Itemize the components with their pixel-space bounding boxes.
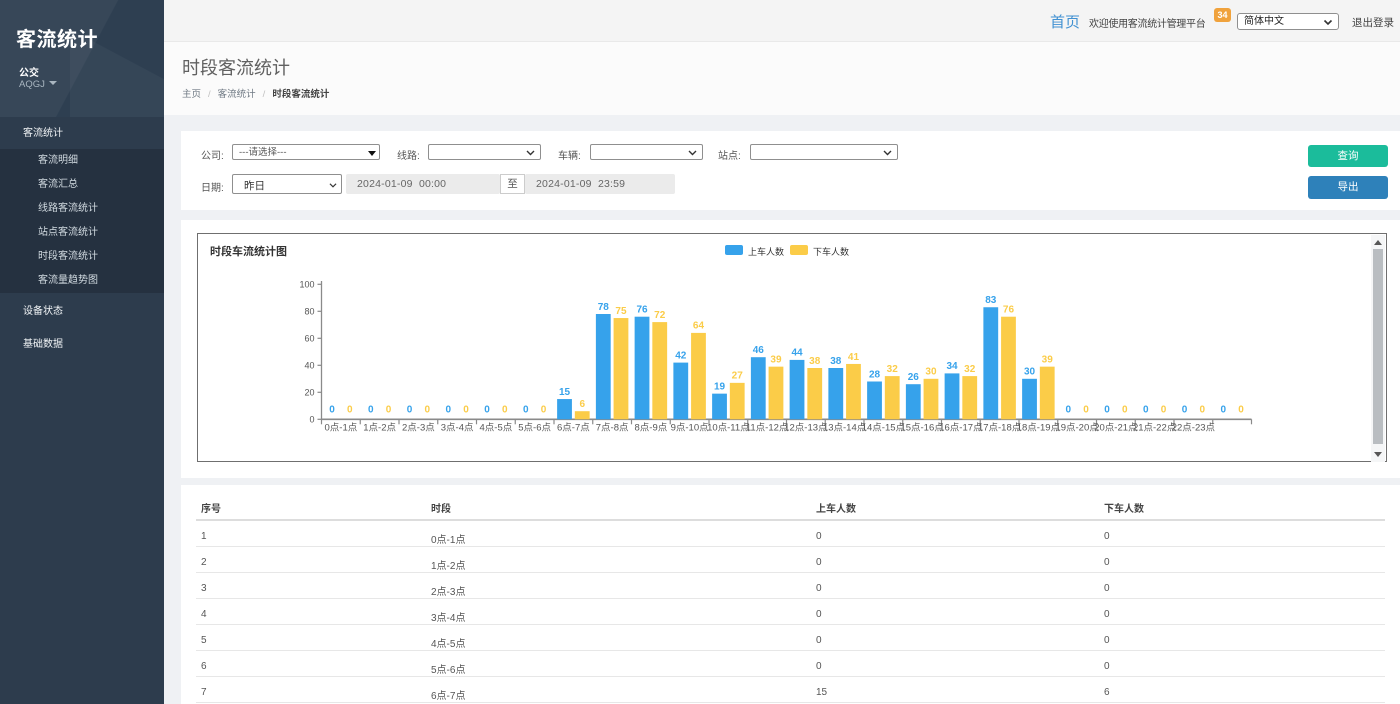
svg-text:46: 46 [753, 345, 765, 356]
svg-text:78: 78 [598, 302, 610, 313]
svg-text:8点-9点: 8点-9点 [635, 423, 668, 434]
svg-text:20: 20 [304, 388, 314, 398]
svg-text:34: 34 [946, 361, 958, 372]
svg-text:76: 76 [636, 305, 648, 316]
svg-text:5点-6点: 5点-6点 [518, 423, 551, 434]
svg-text:0: 0 [1220, 405, 1226, 416]
svg-text:0: 0 [445, 405, 451, 416]
svg-text:30: 30 [1024, 367, 1036, 378]
svg-text:0: 0 [1122, 405, 1128, 416]
svg-text:0: 0 [1238, 405, 1244, 416]
svg-text:6: 6 [579, 399, 585, 410]
svg-text:0: 0 [1083, 405, 1089, 416]
svg-text:7点-8点: 7点-8点 [596, 423, 629, 434]
svg-text:32: 32 [887, 364, 899, 375]
svg-text:1点-2点: 1点-2点 [363, 423, 396, 434]
svg-text:0: 0 [541, 405, 547, 416]
svg-text:0点-1点: 0点-1点 [325, 423, 358, 434]
svg-text:10点-11点: 10点-11点 [707, 423, 750, 434]
svg-text:27: 27 [732, 371, 744, 382]
svg-text:26: 26 [908, 372, 920, 383]
svg-text:80: 80 [304, 307, 314, 317]
svg-text:0: 0 [1065, 405, 1071, 416]
svg-text:38: 38 [830, 356, 842, 367]
svg-text:13点-14点: 13点-14点 [823, 423, 867, 434]
svg-text:20点-21点: 20点-21点 [1094, 423, 1138, 434]
svg-text:30: 30 [925, 367, 937, 378]
svg-text:19点-20点: 19点-20点 [1055, 423, 1099, 434]
svg-text:15点-16点: 15点-16点 [900, 423, 944, 434]
svg-text:4点-5点: 4点-5点 [480, 423, 513, 434]
svg-text:0: 0 [1143, 405, 1149, 416]
svg-text:44: 44 [791, 348, 803, 359]
svg-text:2点-3点: 2点-3点 [402, 423, 435, 434]
svg-text:0: 0 [1104, 405, 1110, 416]
svg-text:0: 0 [386, 405, 392, 416]
svg-text:0: 0 [1199, 405, 1205, 416]
svg-text:21点-22点: 21点-22点 [1133, 423, 1177, 434]
svg-text:41: 41 [848, 352, 860, 363]
svg-text:0: 0 [1182, 405, 1188, 416]
svg-text:14点-15点: 14点-15点 [862, 423, 906, 434]
svg-text:11点-12点: 11点-12点 [746, 423, 789, 434]
svg-text:39: 39 [1042, 354, 1054, 365]
svg-text:22点-23点: 22点-23点 [1172, 423, 1216, 434]
svg-text:40: 40 [304, 361, 314, 371]
svg-text:42: 42 [675, 350, 687, 361]
svg-text:9点-10点: 9点-10点 [671, 423, 710, 434]
svg-text:100: 100 [299, 280, 314, 290]
svg-text:64: 64 [693, 321, 705, 332]
svg-text:75: 75 [615, 306, 627, 317]
svg-text:0: 0 [502, 405, 508, 416]
svg-text:83: 83 [985, 295, 997, 306]
svg-text:0: 0 [523, 405, 529, 416]
svg-text:0: 0 [329, 405, 335, 416]
svg-text:12点-13点: 12点-13点 [784, 423, 828, 434]
svg-text:18点-19点: 18点-19点 [1017, 423, 1061, 434]
svg-text:76: 76 [1003, 305, 1015, 316]
svg-text:72: 72 [654, 310, 666, 321]
svg-text:0: 0 [484, 405, 490, 416]
svg-text:0: 0 [347, 405, 353, 416]
svg-text:0: 0 [368, 405, 374, 416]
svg-text:19: 19 [714, 381, 726, 392]
svg-text:6点-7点: 6点-7点 [557, 423, 590, 434]
svg-text:60: 60 [304, 334, 314, 344]
svg-text:0: 0 [1161, 405, 1167, 416]
svg-text:0: 0 [463, 405, 469, 416]
svg-text:17点-18点: 17点-18点 [978, 423, 1022, 434]
svg-text:16点-17点: 16点-17点 [939, 423, 983, 434]
svg-text:39: 39 [770, 354, 782, 365]
svg-text:3点-4点: 3点-4点 [441, 423, 474, 434]
svg-text:0: 0 [407, 405, 413, 416]
svg-text:32: 32 [964, 364, 976, 375]
svg-text:0: 0 [309, 415, 314, 425]
svg-text:0: 0 [424, 405, 430, 416]
svg-text:15: 15 [559, 387, 571, 398]
svg-text:38: 38 [809, 356, 821, 367]
svg-text:28: 28 [869, 369, 881, 380]
